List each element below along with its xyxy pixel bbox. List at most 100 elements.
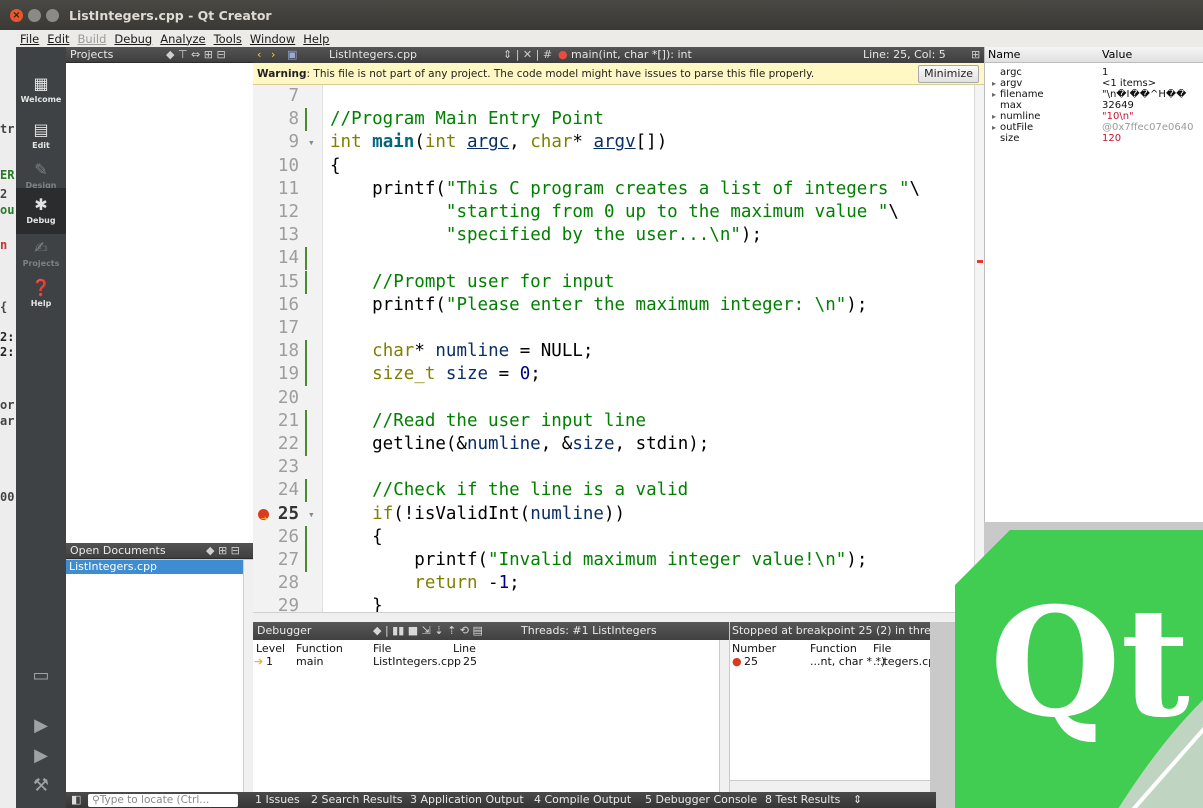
code-line[interactable]: 28 return -1; [253,572,984,595]
code-line[interactable]: 16 printf("Please enter the maximum inte… [253,294,984,317]
menu-file[interactable]: File [20,32,39,46]
build-hammer-icon[interactable]: ⚒ [16,775,66,796]
code-line[interactable]: 12 "starting from 0 up to the maximum va… [253,201,984,224]
code-line[interactable]: 25 ▾ ➔ if(!isValidInt(numline)) [253,503,984,526]
debugger-control-icons[interactable]: ◆ | ▮▮ ■ ⇲ ⇣ ⇡ ⟲ ▤ [373,622,483,640]
locator-input[interactable]: ⚲ Type to locate (Ctrl... [88,794,238,807]
stack-col-line[interactable]: Line [453,642,476,655]
breakpoints-col-file[interactable]: File [873,642,891,655]
breakpoints-col-function[interactable]: Function [810,642,857,655]
code-line[interactable]: 20 [253,387,984,410]
change-marker [305,108,307,132]
close-document-icon[interactable]: ⇕ | ✕ | # [503,47,552,63]
cursor-position[interactable]: Line: 25, Col: 5 [863,47,946,63]
code-editor[interactable]: 7 8 //Program Main Entry Point 9 ▾ int main(i… [253,85,984,612]
menu-tools[interactable]: Tools [214,32,242,46]
nav-back-icon[interactable]: ‹ [257,47,261,63]
locals-row[interactable]: max 32649 [985,100,1203,111]
tab-search-results[interactable]: 2 Search Results [311,792,403,808]
nav-forward-icon[interactable]: › [271,47,275,63]
code-line[interactable]: 21 //Read the user input line [253,409,984,433]
stack-col-function[interactable]: Function [296,642,343,655]
locals-row[interactable]: ▸ filename "\n�I��^H�� [985,89,1203,100]
locals-view[interactable]: Name Value argc 1 ▸ argv <1 items> ▸ filename "… [984,47,1203,522]
menu-help[interactable]: Help [303,32,329,46]
code-line[interactable]: 22 getline(&numline, &size, stdin); [253,433,984,456]
tab-debugger-console[interactable]: 5 Debugger Console [645,792,757,808]
tab-test-results[interactable]: 8 Test Results [765,792,840,808]
code-line[interactable]: 23 [253,456,984,479]
code-line[interactable]: 29 } [253,595,984,612]
code-line[interactable]: 11 printf("This C program creates a list… [253,178,984,201]
stack-function: main [296,655,324,668]
code-text: //Check if the line is a valid [330,480,689,501]
locals-row[interactable]: ▸ argv <1 items> [985,78,1203,89]
stack-scrollbar[interactable] [719,640,729,792]
code-line[interactable]: 10 { [253,155,984,178]
tab-issues[interactable]: 1 Issues [255,792,300,808]
menu-debug[interactable]: Debug [114,32,152,46]
code-line[interactable]: 13 "specified by the user...\n"); [253,224,984,247]
expand-arrow-icon[interactable]: ▸ [992,78,996,89]
menu-build[interactable]: Build [78,32,107,46]
tab-application-output[interactable]: 3 Application Output [410,792,524,808]
stack-col-file[interactable]: File [373,642,391,655]
symbol-selector[interactable]: main(int, char *[]): int [571,47,692,63]
minimize-warning-button[interactable]: Minimize [918,65,979,83]
open-documents-toolbar-icons[interactable]: ◆ ⊞ ⊟ [206,543,240,558]
locals-col-value[interactable]: Value [1102,47,1132,62]
projects-toolbar-icons[interactable]: ◆ ⊤ ⇔ ⊞ ⊟ [166,47,226,62]
code-line[interactable]: 19 size_t size = 0; [253,363,984,387]
split-editor-icon[interactable]: ⊞ [971,47,980,63]
expand-arrow-icon[interactable]: ▸ [992,111,996,122]
locals-row[interactable]: ▸ numline "10\n" [985,111,1203,122]
locals-row[interactable]: size 120 [985,133,1203,144]
threads-selector[interactable]: Threads: #1 ListIntegers [521,622,657,640]
code-line[interactable]: 26 { [253,525,984,549]
code-line[interactable]: 15 //Prompt user for input [253,270,984,294]
mode-welcome[interactable]: ▦ Welcome [16,67,66,113]
code-text: if(!isValidInt(numline)) [372,503,626,524]
mode-help[interactable]: ❓ Help [16,271,66,317]
window-titlebar[interactable]: × ListIntegers.cpp - Qt Creator [0,0,1203,30]
expand-arrow-icon[interactable]: ▸ [992,122,996,133]
fold-toggle-icon[interactable]: ▾ [308,131,315,154]
minimize-window-button[interactable] [28,8,41,22]
stack-col-level[interactable]: Level [256,642,285,655]
code-line[interactable]: 17 [253,317,984,340]
open-document-item[interactable]: ListIntegers.cpp [66,560,253,574]
toggle-sidebar-icon[interactable]: ◧ [71,792,81,808]
open-file-selector[interactable]: ListIntegers.cpp [329,47,417,63]
mode-debug[interactable]: ✱ Debug [16,188,66,234]
breakpoints-hscrollbar[interactable] [730,780,930,792]
run-icon[interactable]: ▶ [16,715,66,736]
code-line[interactable]: 9 ▾ int main(int argc, char* argv[]) [253,131,984,154]
stack-view[interactable]: Level Function File Line ➔ 1 main ListIn… [253,640,729,792]
code-line[interactable]: 18 char* numline = NULL; [253,340,984,364]
code-line[interactable]: 27 printf("Invalid maximum integer value… [253,549,984,572]
more-tabs-icon[interactable]: ⇕ [853,792,862,808]
menu-window[interactable]: Window [250,32,295,46]
menu-edit[interactable]: Edit [47,32,69,46]
fold-toggle-icon[interactable]: ▾ [308,503,315,526]
open-documents-scrollbar[interactable] [243,560,253,792]
line-number: 22 [277,434,299,454]
code-line[interactable]: 14 [253,247,984,271]
tab-compile-output[interactable]: 4 Compile Output [534,792,631,808]
locals-row[interactable]: ▸ outFile @0x7ffec07e0640 [985,122,1203,133]
breakpoints-view[interactable]: Number Function File ● 25 ...nt, char * … [730,640,930,792]
locals-row[interactable]: argc 1 [985,67,1203,78]
expand-arrow-icon[interactable]: ▸ [992,89,996,100]
maximize-window-button[interactable] [46,8,59,22]
breakpoints-col-number[interactable]: Number [732,642,776,655]
code-line[interactable]: 7 [253,85,984,108]
menu-analyze[interactable]: Analyze [160,32,205,46]
close-window-button[interactable]: × [10,8,23,22]
monitor-icon[interactable]: ▭ [16,665,66,686]
code-line[interactable]: 24 //Check if the line is a valid [253,479,984,503]
locals-col-name[interactable]: Name [988,47,1020,62]
debug-run-icon[interactable]: ▶ [16,745,66,766]
code-line[interactable]: 8 //Program Main Entry Point [253,108,984,132]
projects-tree[interactable] [66,63,253,543]
editor-horizontal-scrollbar[interactable] [253,612,984,622]
